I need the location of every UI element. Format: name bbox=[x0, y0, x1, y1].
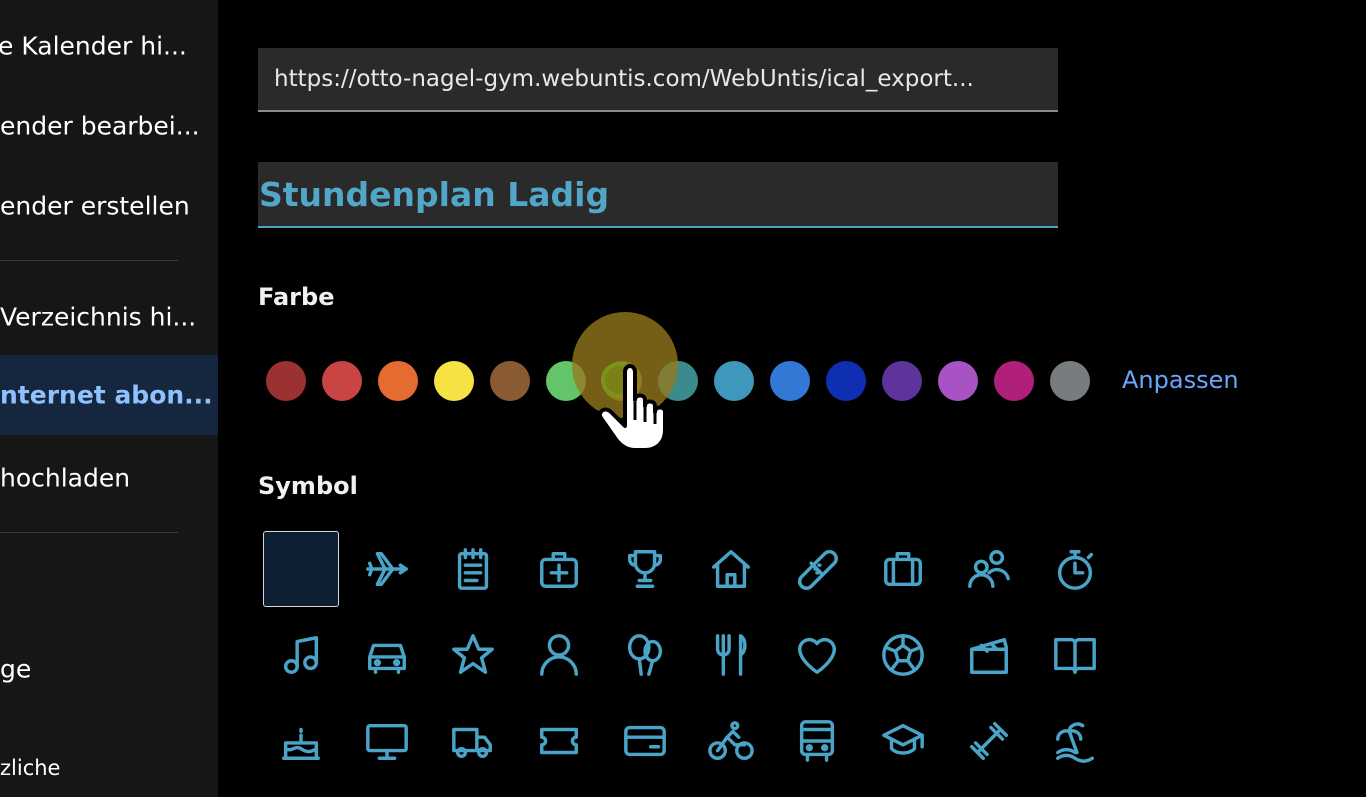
symbol-none-option[interactable] bbox=[263, 531, 339, 607]
color-swatch[interactable] bbox=[322, 361, 362, 401]
color-swatch[interactable] bbox=[1050, 361, 1090, 401]
symbol-option[interactable] bbox=[607, 617, 683, 693]
sidebar-divider bbox=[0, 532, 178, 533]
symbol-option[interactable] bbox=[435, 617, 511, 693]
symbol-option[interactable] bbox=[349, 703, 425, 779]
sidebar-item-label: hochladen bbox=[0, 463, 131, 493]
trophy-icon bbox=[627, 550, 663, 588]
color-swatch[interactable] bbox=[378, 361, 418, 401]
symbol-option[interactable] bbox=[1037, 703, 1113, 779]
color-swatch[interactable] bbox=[994, 361, 1034, 401]
calendar-name-field[interactable] bbox=[258, 162, 1058, 228]
color-swatch[interactable] bbox=[882, 361, 922, 401]
sidebar-item-show-calendar[interactable]: e Kalender hi... bbox=[0, 6, 218, 86]
symbol-option[interactable] bbox=[349, 531, 425, 607]
sidebar-item-label: ge bbox=[0, 654, 32, 684]
symbol-option[interactable] bbox=[779, 617, 855, 693]
symbol-option[interactable] bbox=[951, 703, 1027, 779]
soccer-ball-icon bbox=[882, 634, 924, 676]
sidebar: e Kalender hi... ender bearbei... ender … bbox=[0, 0, 218, 797]
bandage-icon bbox=[798, 550, 838, 590]
symbol-option[interactable] bbox=[521, 703, 597, 779]
customize-color-link[interactable]: Anpassen bbox=[1122, 366, 1239, 394]
people-icon bbox=[968, 550, 1010, 588]
sidebar-item-subscribe-internet[interactable]: nternet abon... bbox=[0, 355, 218, 435]
sidebar-item-bottom-1[interactable]: ge bbox=[0, 629, 218, 709]
truck-icon bbox=[452, 727, 492, 759]
symbol-option[interactable] bbox=[435, 531, 511, 607]
hand-cursor-icon bbox=[598, 364, 667, 452]
sidebar-divider bbox=[0, 260, 178, 261]
heart-icon bbox=[798, 637, 836, 674]
sidebar-item-label: Verzeichnis hi... bbox=[0, 302, 197, 332]
symbol-option[interactable] bbox=[435, 703, 511, 779]
symbol-option[interactable] bbox=[951, 531, 1027, 607]
first-aid-icon bbox=[540, 551, 578, 588]
person-icon bbox=[540, 634, 578, 676]
birthday-cake-icon bbox=[282, 727, 320, 760]
ticket-icon bbox=[540, 727, 578, 755]
bicycle-icon bbox=[708, 721, 754, 760]
symbol-option[interactable] bbox=[693, 617, 769, 693]
symbol-option[interactable] bbox=[1037, 617, 1113, 693]
clapperboard-icon bbox=[970, 637, 1008, 674]
symbol-option[interactable] bbox=[693, 703, 769, 779]
car-icon bbox=[368, 643, 406, 674]
stopwatch-icon bbox=[1057, 550, 1094, 590]
sidebar-item-bottom-2[interactable]: zliche bbox=[0, 728, 218, 797]
color-swatch[interactable] bbox=[770, 361, 810, 401]
airplane-icon bbox=[366, 551, 408, 587]
color-swatch[interactable] bbox=[490, 361, 530, 401]
bus-icon bbox=[799, 720, 835, 762]
calendar-url-field[interactable] bbox=[258, 48, 1058, 112]
symbol-option[interactable] bbox=[865, 617, 941, 693]
sidebar-item-create-calendar[interactable]: ender erstellen bbox=[0, 166, 218, 246]
color-swatch[interactable] bbox=[714, 361, 754, 401]
sidebar-item-label: nternet abon... bbox=[0, 380, 213, 410]
symbol-option[interactable] bbox=[263, 703, 339, 779]
star-icon bbox=[452, 634, 494, 674]
balloons-icon bbox=[627, 634, 663, 676]
symbol-option[interactable] bbox=[951, 617, 1027, 693]
briefcase-icon bbox=[884, 551, 922, 587]
sidebar-item-label: ender erstellen bbox=[0, 191, 190, 221]
symbol-option[interactable] bbox=[607, 531, 683, 607]
symbol-option[interactable] bbox=[779, 703, 855, 779]
dumbbell-icon bbox=[970, 722, 1008, 760]
symbol-section-label: Symbol bbox=[258, 472, 358, 500]
color-swatch[interactable] bbox=[938, 361, 978, 401]
credit-card-icon bbox=[624, 725, 666, 757]
sidebar-item-upload[interactable]: hochladen bbox=[0, 438, 218, 518]
beach-icon bbox=[1056, 722, 1094, 763]
symbol-option[interactable] bbox=[1037, 531, 1113, 607]
home-icon bbox=[712, 550, 750, 588]
calendar-url-input[interactable] bbox=[258, 48, 1058, 110]
sidebar-item-edit-calendar[interactable]: ender bearbei... bbox=[0, 86, 218, 166]
symbol-option[interactable] bbox=[349, 617, 425, 693]
color-section-label: Farbe bbox=[258, 283, 335, 311]
symbol-option[interactable] bbox=[865, 531, 941, 607]
sidebar-item-label: e Kalender hi... bbox=[0, 31, 187, 61]
fork-knife-icon bbox=[715, 634, 747, 676]
notepad-icon bbox=[457, 548, 489, 590]
color-swatch[interactable] bbox=[826, 361, 866, 401]
calendar-name-input[interactable] bbox=[258, 162, 1058, 226]
sidebar-item-label: zliche bbox=[0, 756, 61, 780]
sidebar-item-label: ender bearbei... bbox=[0, 111, 200, 141]
music-note-icon bbox=[283, 636, 319, 674]
color-swatch[interactable] bbox=[434, 361, 474, 401]
sidebar-item-directory[interactable]: Verzeichnis hi... bbox=[0, 277, 218, 357]
graduation-cap-icon bbox=[882, 723, 924, 755]
color-swatch[interactable] bbox=[266, 361, 306, 401]
symbol-option[interactable] bbox=[521, 617, 597, 693]
book-icon bbox=[1054, 637, 1096, 674]
symbol-option[interactable] bbox=[607, 703, 683, 779]
symbol-option[interactable] bbox=[521, 531, 597, 607]
symbol-option[interactable] bbox=[693, 531, 769, 607]
symbol-option[interactable] bbox=[865, 703, 941, 779]
monitor-icon bbox=[366, 723, 408, 760]
symbol-option[interactable] bbox=[263, 617, 339, 693]
symbol-option[interactable] bbox=[779, 531, 855, 607]
